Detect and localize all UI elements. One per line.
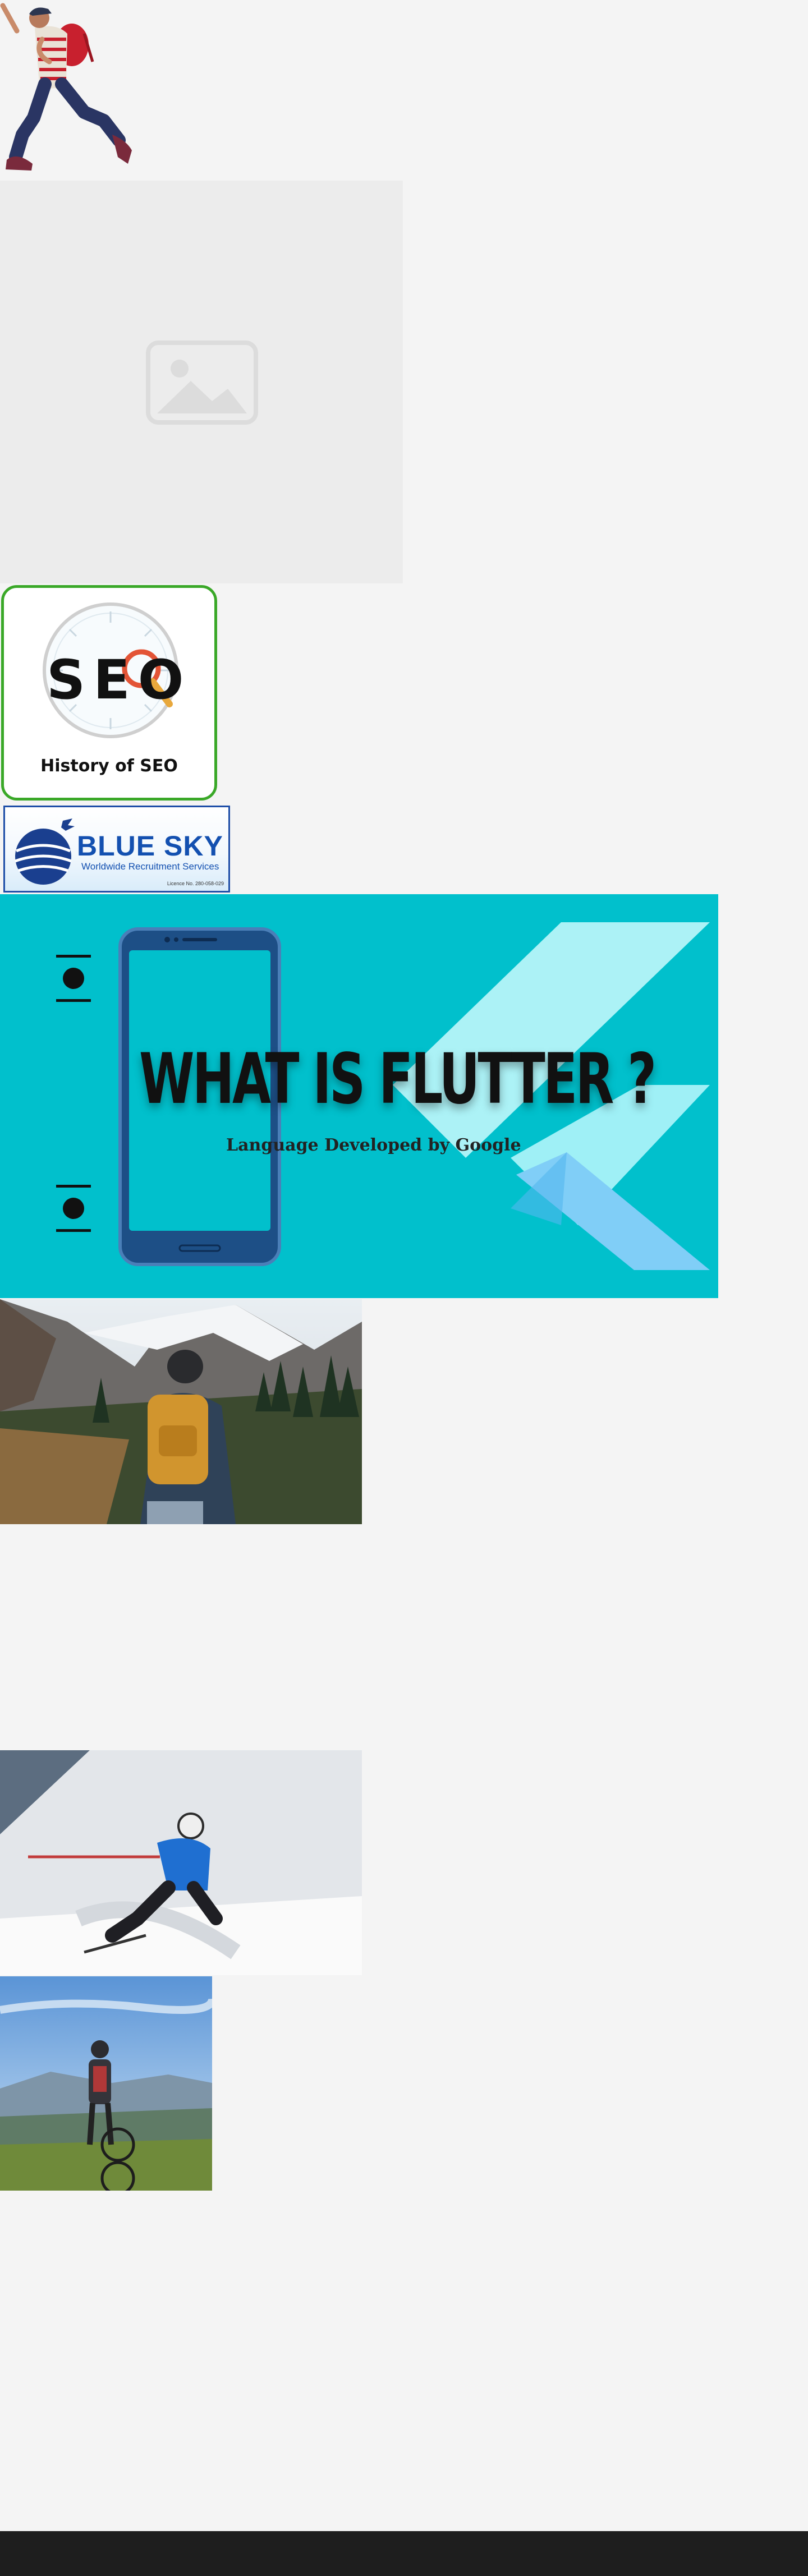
bullet-mark-top — [56, 955, 91, 1002]
blue-sky-subtitle: Worldwide Recruitment Services — [81, 861, 219, 872]
seo-history-card[interactable]: SEO History of SEO — [1, 585, 217, 801]
blue-sky-license: Licence No. 280-058-029 — [167, 881, 224, 886]
seo-logo-text: SEO — [47, 648, 192, 711]
blue-sky-title: BLUE SKY — [77, 830, 223, 862]
jumping-man-image — [0, 0, 135, 175]
image-placeholder — [0, 181, 403, 583]
blue-sky-banner[interactable]: BLUE SKY Worldwide Recruitment Services … — [3, 806, 230, 893]
globe-icon — [10, 817, 77, 885]
seo-card-caption: History of SEO — [40, 756, 178, 776]
footer-bar — [0, 2531, 808, 2576]
skier-photo — [0, 1750, 362, 1975]
image-placeholder-icon — [146, 341, 258, 425]
cyclist-hill-photo — [0, 1976, 212, 2191]
flutter-subtitle: Language Developed by Google — [226, 1135, 521, 1155]
hiker-mountain-photo — [0, 1299, 362, 1524]
bullet-mark-bottom — [56, 1185, 91, 1232]
bird-icon — [61, 818, 75, 831]
flutter-title: WHAT IS FLUTTER ? — [139, 1039, 656, 1120]
